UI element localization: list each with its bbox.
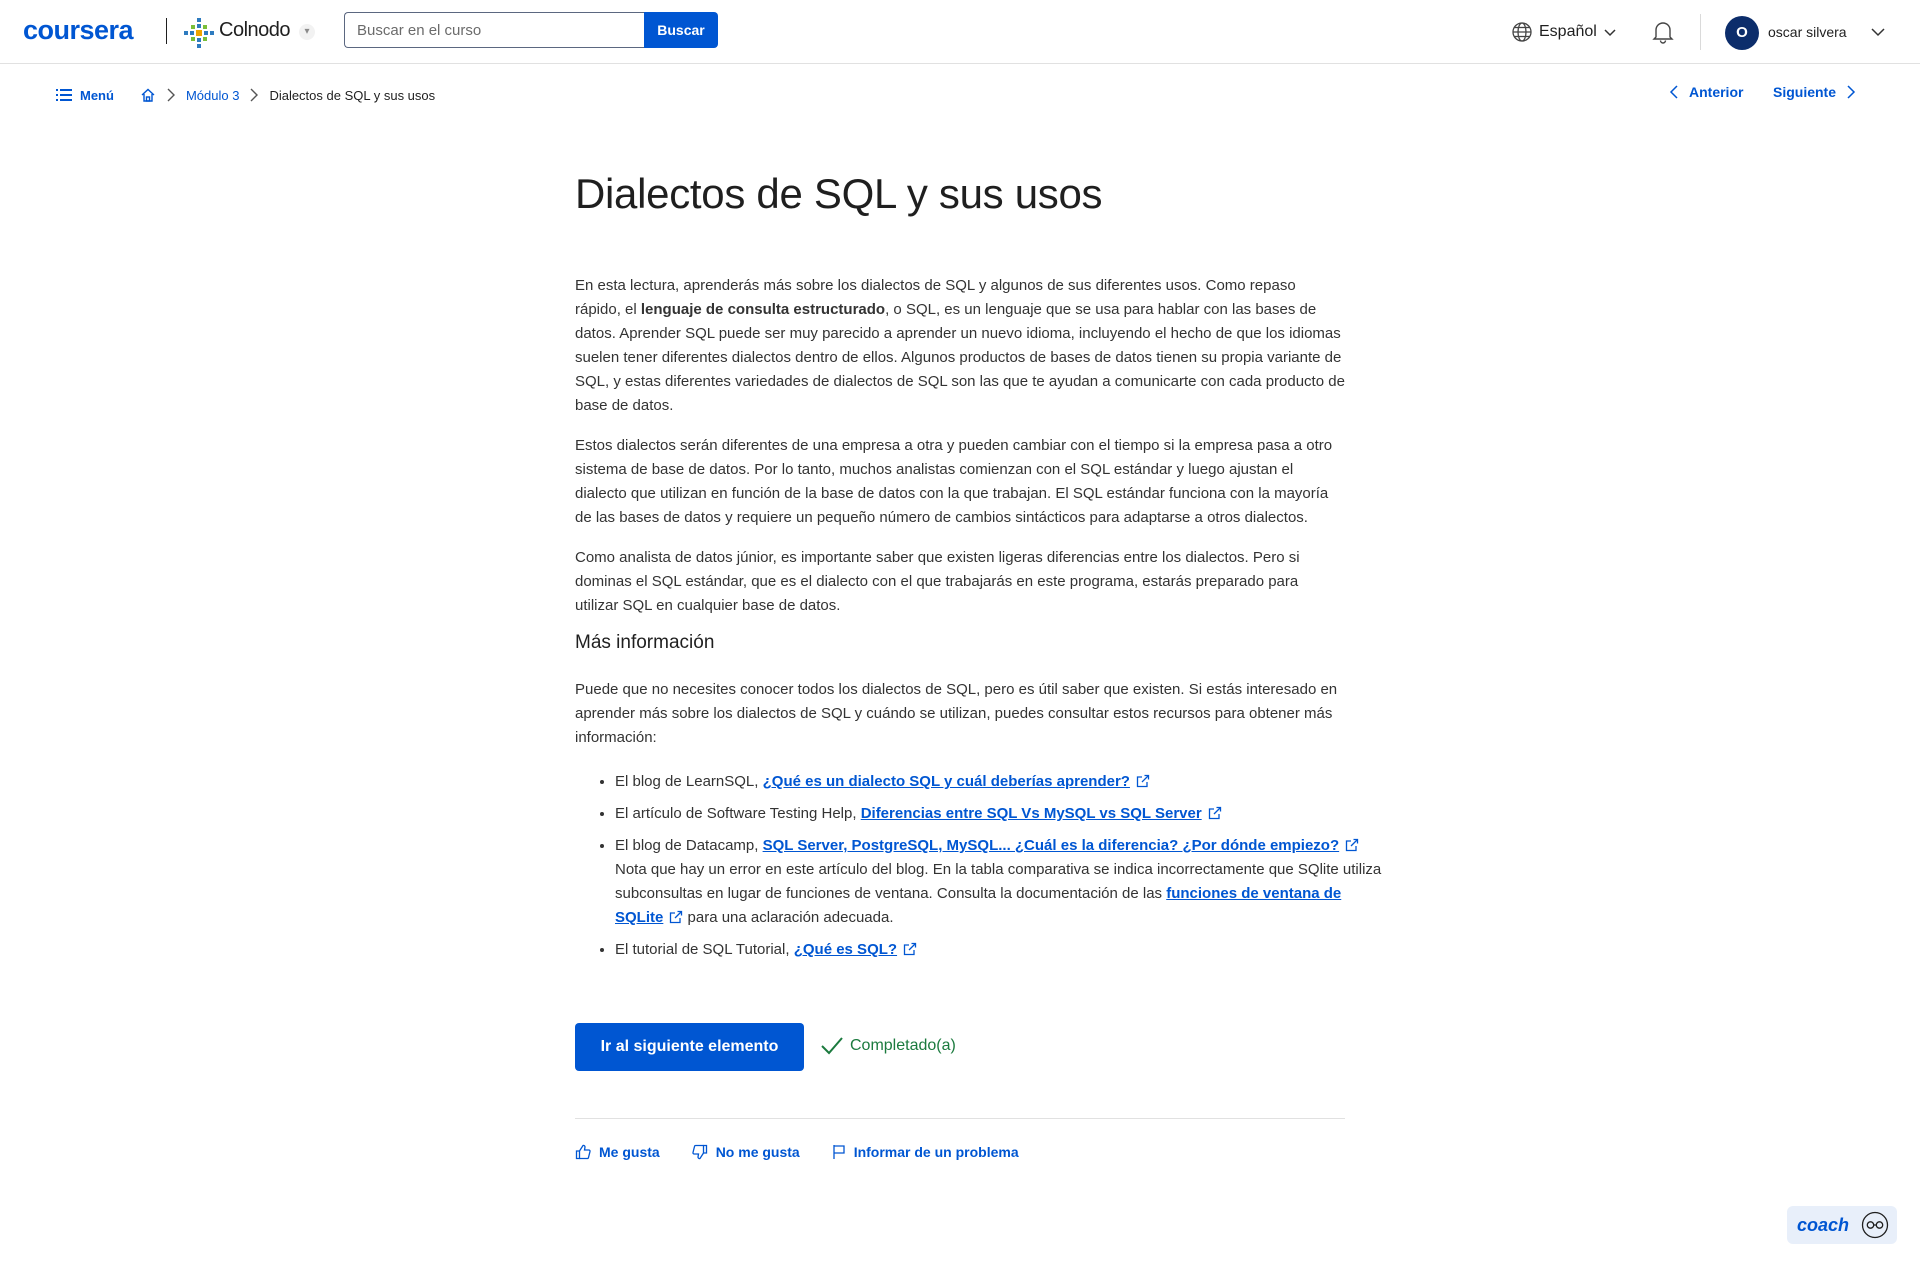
junior-analyst-paragraph: Como analista de datos júnior, es import… xyxy=(575,549,1300,614)
chevron-right-icon xyxy=(1847,85,1856,99)
top-navigation-bar: coursera Colnodo ▾ Buscar Español O osca… xyxy=(0,0,1920,64)
report-label: Informar de un problema xyxy=(853,1144,1019,1160)
content-divider xyxy=(575,1118,1345,1119)
list-item: El blog de Datacamp, SQL Server, Postgre… xyxy=(615,834,1385,930)
coursera-logo[interactable]: coursera xyxy=(23,15,134,46)
menu-label: Menú xyxy=(80,87,114,103)
menu-button[interactable]: Menú xyxy=(56,88,114,103)
external-link-icon xyxy=(1208,806,1221,820)
checkmark-icon xyxy=(821,1037,843,1055)
language-label: Español xyxy=(1539,23,1597,40)
intro-paragraph: En esta lectura, aprenderás más sobre lo… xyxy=(575,274,1345,418)
list-item: El artículo de Software Testing Help, Di… xyxy=(615,802,1385,826)
dislike-button[interactable]: No me gusta xyxy=(692,1144,800,1160)
user-name[interactable]: oscar silvera xyxy=(1768,24,1847,40)
coach-glasses-icon xyxy=(1861,1211,1889,1239)
flag-icon xyxy=(833,1145,845,1159)
user-avatar[interactable]: O xyxy=(1725,16,1759,50)
previous-item-button[interactable]: Anterior xyxy=(1669,84,1743,100)
coach-button[interactable]: coach xyxy=(1787,1206,1897,1244)
partner-chevron-down-icon[interactable]: ▾ xyxy=(299,24,315,40)
external-link-icon xyxy=(903,942,917,956)
external-link-icon xyxy=(1136,774,1150,788)
list-item: El blog de LearnSQL, ¿Qué es un dialecto… xyxy=(615,770,1385,794)
thumbs-down-icon xyxy=(692,1144,707,1160)
datacamp-note-suffix: para una aclaración adecuada. xyxy=(683,909,894,926)
course-search-input[interactable] xyxy=(344,12,644,48)
resource-prefix: El artículo de Software Testing Help, xyxy=(615,805,861,822)
breadcrumb: Menú Módulo 3 Dialectos de SQL y sus uso… xyxy=(56,84,435,106)
like-button[interactable]: Me gusta xyxy=(575,1144,660,1160)
list-item: El tutorial de SQL Tutorial, ¿Qué es SQL… xyxy=(615,938,1385,962)
report-problem-button[interactable]: Informar de un problema xyxy=(832,1144,1019,1160)
more-info-heading: Más información xyxy=(575,632,715,653)
language-selector[interactable]: Español xyxy=(1511,20,1617,44)
colnodo-logo-icon[interactable] xyxy=(182,16,216,50)
external-link-icon xyxy=(670,910,683,924)
page-title: Dialectos de SQL y sus usos xyxy=(575,170,1103,217)
completed-label: Completado(a) xyxy=(850,1037,956,1054)
external-link-icon xyxy=(1345,838,1359,852)
globe-icon xyxy=(1512,22,1532,42)
logo-divider xyxy=(166,18,167,44)
resource-prefix: El blog de LearnSQL, xyxy=(615,773,763,790)
partner-name[interactable]: Colnodo xyxy=(219,19,291,42)
chevron-down-icon xyxy=(1604,29,1616,37)
breadcrumb-module-link[interactable]: Módulo 3 xyxy=(186,88,239,103)
dislike-label: No me gusta xyxy=(715,1144,800,1160)
next-label: Siguiente xyxy=(1773,84,1837,100)
notifications-bell-icon[interactable] xyxy=(1650,19,1676,45)
search-button[interactable]: Buscar xyxy=(644,12,718,48)
dialects-paragraph: Estos dialectos serán diferentes de una … xyxy=(575,437,1333,526)
softwaretestinghelp-link[interactable]: Diferencias entre SQL Vs MySQL vs SQL Se… xyxy=(861,805,1202,822)
list-menu-icon xyxy=(56,89,72,101)
thumbs-up-icon xyxy=(575,1144,591,1160)
header-divider xyxy=(1700,14,1701,50)
intro-bold-term: lenguaje de consulta estructurado xyxy=(640,301,886,318)
resources-list: El blog de LearnSQL, ¿Qué es un dialecto… xyxy=(575,770,1385,970)
go-to-next-item-button[interactable]: Ir al siguiente elemento xyxy=(575,1023,804,1071)
chevron-right-icon xyxy=(249,88,259,102)
reading-content: Dialectos de SQL y sus usos En esta lect… xyxy=(575,170,1381,1160)
resource-prefix: El tutorial de SQL Tutorial, xyxy=(615,941,794,958)
learnsql-link[interactable]: ¿Qué es un dialecto SQL y cuál deberías … xyxy=(763,773,1130,790)
previous-label: Anterior xyxy=(1689,84,1744,100)
next-item-nav-button[interactable]: Siguiente xyxy=(1773,84,1856,100)
home-icon[interactable] xyxy=(140,87,156,103)
completed-status: Completado(a) xyxy=(820,1036,956,1056)
more-info-paragraph: Puede que no necesites conocer todos los… xyxy=(575,681,1338,746)
datacamp-link[interactable]: SQL Server, PostgreSQL, MySQL... ¿Cuál e… xyxy=(763,837,1340,854)
breadcrumb-current: Dialectos de SQL y sus usos xyxy=(269,87,436,103)
coach-label: coach xyxy=(1797,1214,1850,1235)
user-menu-chevron-down-icon[interactable] xyxy=(1870,24,1886,40)
like-label: Me gusta xyxy=(599,1144,660,1160)
sqltutorial-link[interactable]: ¿Qué es SQL? xyxy=(794,941,897,958)
feedback-bar: Me gusta No me gusta Informar de un prob… xyxy=(575,1144,1019,1160)
resource-prefix: El blog de Datacamp, xyxy=(615,837,763,854)
chevron-right-icon xyxy=(166,88,176,102)
chevron-left-icon xyxy=(1669,85,1678,99)
